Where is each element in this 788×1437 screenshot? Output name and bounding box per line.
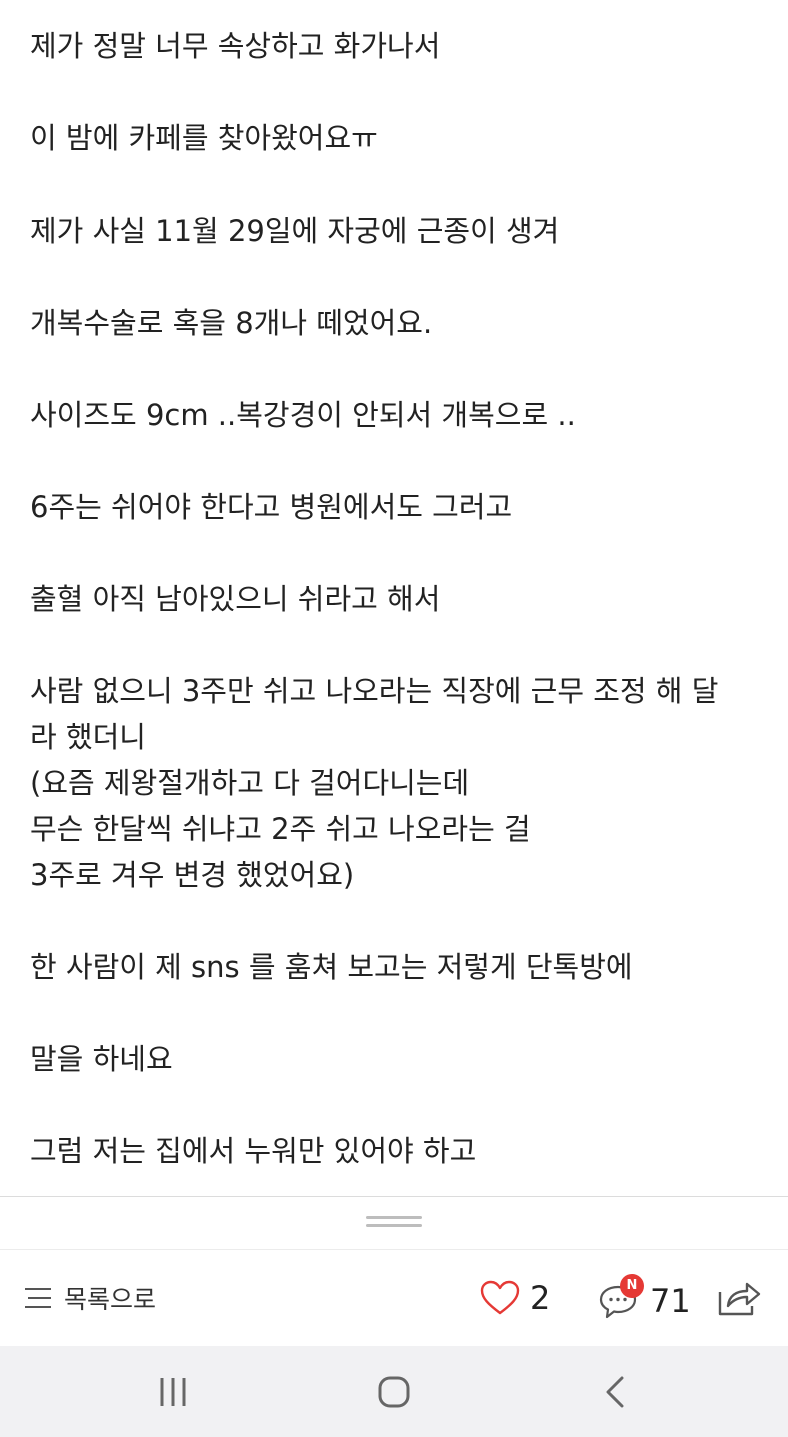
- system-navigation-bar: [0, 1346, 788, 1437]
- post-line: 무슨 한달씩 쉬냐고 2주 쉬고 나오라는 걸: [30, 812, 531, 846]
- post-line: 그럼 저는 집에서 누워만 있어야 하고: [30, 1134, 477, 1168]
- comment-count: 71: [650, 1282, 691, 1320]
- post-content: 제가 정말 너무 속상하고 화가나서 이 밤에 카페를 찾아왔어요ㅠ 제가 사실…: [30, 0, 770, 1196]
- back-to-list-label: 목록으로: [64, 1285, 157, 1314]
- back-icon[interactable]: [596, 1372, 636, 1412]
- post-line: 출혈 아직 남아있으니 쉬라고 해서: [30, 582, 441, 616]
- post-line: (요즘 제왕절개하고 다 걸어다니는데: [30, 766, 470, 800]
- share-icon[interactable]: [716, 1278, 762, 1318]
- home-icon[interactable]: [374, 1372, 414, 1412]
- new-comment-badge: N: [620, 1274, 644, 1298]
- post-line: 한 사람이 제 sns 를 훔쳐 보고는 저렇게 단톡방에: [30, 950, 633, 984]
- post-line: 제가 정말 너무 속상하고 화가나서: [30, 29, 441, 63]
- comment-button[interactable]: N 71: [598, 1270, 691, 1326]
- content-divider: [0, 1196, 788, 1197]
- like-button[interactable]: 2: [480, 1278, 550, 1318]
- like-count: 2: [530, 1279, 551, 1317]
- post-line: 개복수술로 혹을 8개나 떼었어요.: [30, 306, 433, 340]
- post-line: 이 밤에 카페를 찾아왔어요ㅠ: [30, 121, 378, 155]
- post-line: 사람 없으니 3주만 쉬고 나오라는 직장에 근무 조정 해 달: [30, 674, 719, 708]
- recent-apps-icon[interactable]: [154, 1372, 194, 1412]
- drag-handle-line[interactable]: [366, 1224, 422, 1227]
- list-icon: [25, 1288, 51, 1308]
- post-line: 3주로 겨우 변경 했었어요): [30, 858, 355, 892]
- post-line: 라 했더니: [30, 720, 146, 754]
- bottom-toolbar: 목록으로 2 N 71: [0, 1250, 788, 1346]
- post-line: 말을 하네요: [30, 1042, 173, 1076]
- post-line: 6주는 쉬어야 한다고 병원에서도 그러고: [30, 490, 513, 524]
- post-line: 제가 사실 11월 29일에 자궁에 근종이 생겨: [30, 214, 560, 248]
- drag-handle-line[interactable]: [366, 1216, 422, 1219]
- heart-icon: [480, 1280, 520, 1315]
- back-to-list-button[interactable]: 목록으로: [24, 1280, 156, 1316]
- post-line: 사이즈도 9cm ..복강경이 안되서 개복으로 ..: [30, 398, 576, 432]
